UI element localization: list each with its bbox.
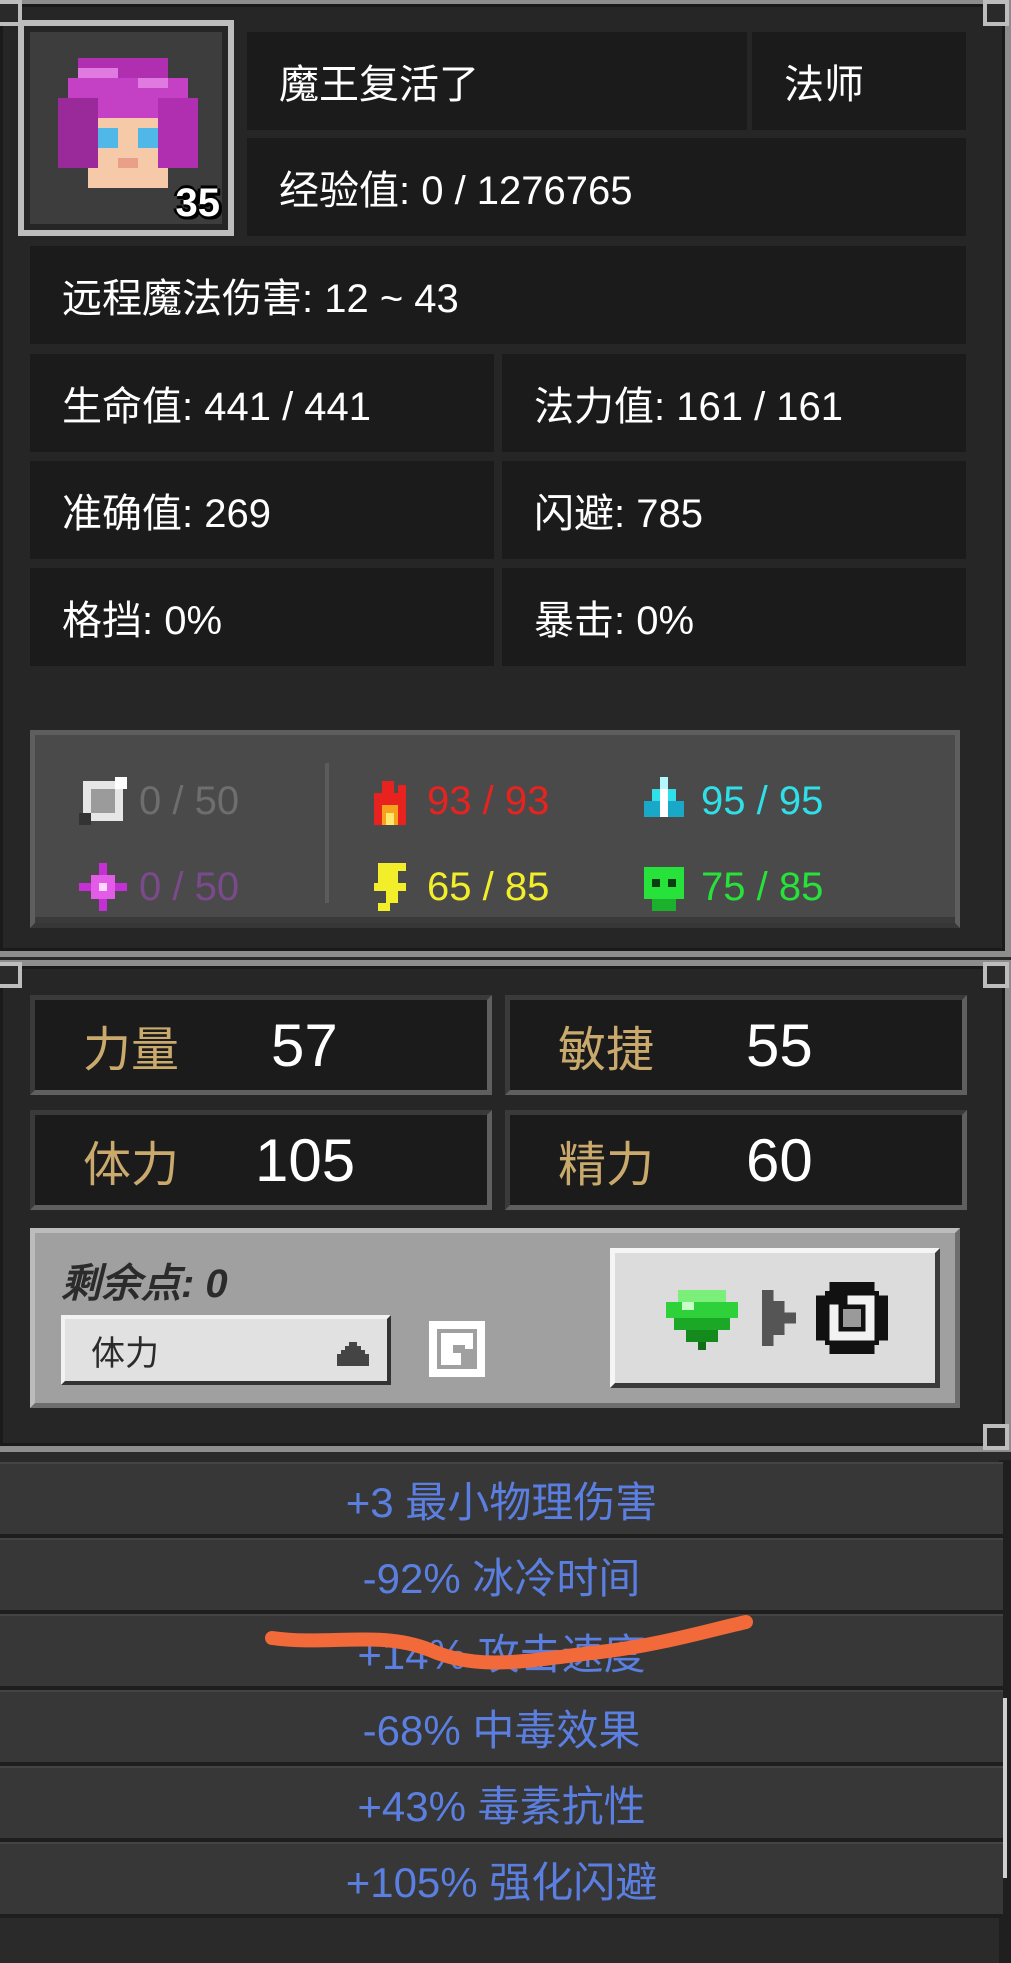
corner-decoration xyxy=(983,0,1009,26)
list-item: +14% 攻击速度 xyxy=(0,1614,1003,1690)
experience-value: 经验值: 0 / 1276765 xyxy=(247,138,966,236)
energy-label: 精力 xyxy=(558,1139,655,1192)
mp-value: 法力值: 161 / 161 xyxy=(502,354,966,452)
bonus-text: +14% 攻击速度 xyxy=(357,1630,646,1678)
fire-resistance-value: 93 / 93 xyxy=(427,778,550,823)
bonus-text: -68% 中毒效果 xyxy=(362,1706,641,1754)
convert-gem-button[interactable] xyxy=(610,1248,940,1388)
ice-resistance-value: 95 / 95 xyxy=(701,778,824,823)
vitality-label: 体力 xyxy=(83,1139,180,1192)
character-class: 法师 xyxy=(752,32,966,130)
bonus-text: +105% 强化闪避 xyxy=(345,1858,658,1906)
list-item: +105% 强化闪避 xyxy=(0,1842,1003,1918)
fire-icon xyxy=(374,781,406,825)
remaining-points: 剩余点: 0 xyxy=(61,1262,228,1306)
arcane-star-icon xyxy=(79,863,127,911)
character-name: 魔王复活了 xyxy=(247,32,747,130)
lightning-icon xyxy=(374,863,406,911)
attribute-points-box: 剩余点: 0 体力 xyxy=(30,1228,960,1408)
poison-resistance: 75 / 85 xyxy=(635,859,823,915)
corner-decoration xyxy=(983,962,1009,988)
hp-value: 生命值: 441 / 441 xyxy=(30,354,494,452)
crit-value: 暴击: 0% xyxy=(502,568,966,666)
fire-resistance: 93 / 93 xyxy=(361,773,549,829)
attribute-select-value: 体力 xyxy=(91,1334,159,1373)
accuracy-value: 准确值: 269 xyxy=(30,461,494,559)
list-item: -68% 中毒效果 xyxy=(0,1690,1003,1766)
vitality-attribute: 体力 105 xyxy=(30,1110,492,1210)
strength-attribute: 力量 57 xyxy=(30,995,492,1095)
poison-skull-icon xyxy=(644,867,684,911)
physical-resistance-value: 0 / 50 xyxy=(139,778,240,823)
corner-decoration xyxy=(0,962,22,988)
energy-value: 60 xyxy=(746,1126,813,1194)
strength-label: 力量 xyxy=(83,1024,180,1077)
chevron-up-icon xyxy=(337,1342,369,1366)
ice-crystal-icon xyxy=(644,777,684,817)
block-value: 格挡: 0% xyxy=(30,568,494,666)
resistances-box: 0 / 50 0 / 50 93 / 93 65 / 85 95 / 95 75… xyxy=(30,730,960,928)
corner-decoration xyxy=(983,1424,1009,1450)
sword-shield-icon xyxy=(79,777,127,825)
physical-resistance: 0 / 50 xyxy=(75,773,239,829)
list-item: +43% 毒素抗性 xyxy=(0,1766,1003,1842)
character-portrait[interactable]: 35 xyxy=(18,20,234,236)
energy-attribute: 精力 60 xyxy=(505,1110,967,1210)
evasion-value: 闪避: 785 xyxy=(502,461,966,559)
bonus-text: +43% 毒素抗性 xyxy=(357,1782,646,1830)
attribute-select[interactable]: 体力 xyxy=(61,1315,391,1385)
divider xyxy=(325,763,329,903)
reset-orb-icon xyxy=(816,1282,888,1354)
list-item: -92% 冰冷时间 xyxy=(0,1538,1003,1614)
gem-icon xyxy=(666,1290,738,1350)
external-link-icon[interactable] xyxy=(429,1321,485,1377)
list-item: +3 最小物理伤害 xyxy=(0,1462,1003,1538)
arcane-resistance-value: 0 / 50 xyxy=(139,864,240,909)
bonus-text: +3 最小物理伤害 xyxy=(345,1478,658,1526)
lightning-resistance: 65 / 85 xyxy=(361,859,549,915)
dexterity-label: 敏捷 xyxy=(558,1024,655,1077)
dexterity-attribute: 敏捷 55 xyxy=(505,995,967,1095)
ice-resistance: 95 / 95 xyxy=(635,773,823,829)
dexterity-value: 55 xyxy=(746,1011,813,1079)
strength-value: 57 xyxy=(271,1011,338,1079)
bonus-text: -92% 冰冷时间 xyxy=(362,1554,641,1602)
damage-value: 远程魔法伤害: 12 ~ 43 xyxy=(30,246,966,344)
poison-resistance-value: 75 / 85 xyxy=(701,864,824,909)
level-badge: 35 xyxy=(175,181,221,225)
bonus-list: +3 最小物理伤害 -92% 冰冷时间 +14% 攻击速度 -68% 中毒效果 … xyxy=(0,1462,1003,1918)
arrow-right-icon xyxy=(762,1290,796,1346)
lightning-resistance-value: 65 / 85 xyxy=(427,864,550,909)
vitality-value: 105 xyxy=(255,1126,356,1194)
arcane-resistance: 0 / 50 xyxy=(75,859,239,915)
